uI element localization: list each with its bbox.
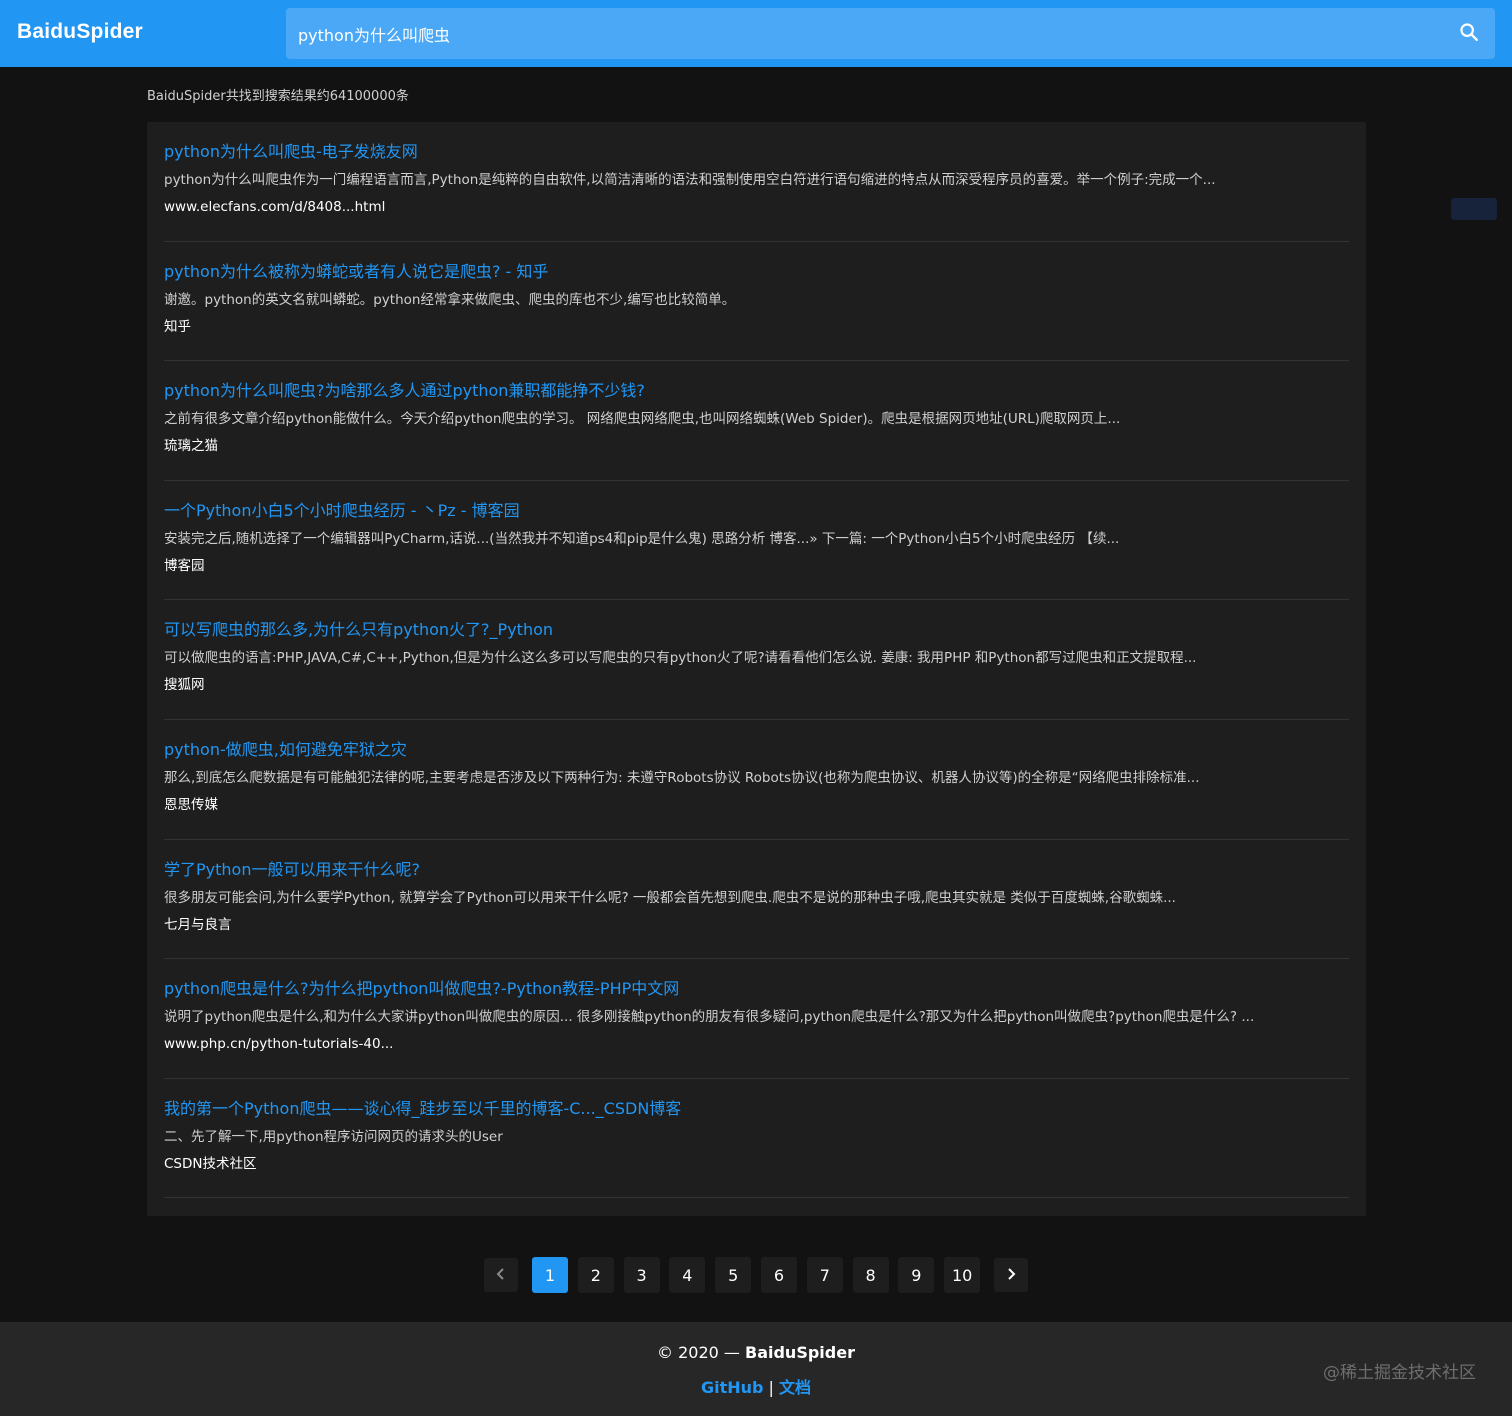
github-link[interactable]: GitHub bbox=[701, 1378, 764, 1397]
search-input[interactable] bbox=[286, 8, 1443, 59]
result-source: 七月与良言 bbox=[164, 916, 232, 933]
copyright-prefix: © 2020 — bbox=[657, 1343, 745, 1362]
pagination: 1 2 3 4 5 6 7 8 9 10 bbox=[484, 1257, 1038, 1293]
result-description: python为什么叫爬虫作为一门编程语言而言,Python是纯粹的自由软件,以简… bbox=[164, 172, 1216, 188]
floating-chip[interactable] bbox=[1451, 198, 1497, 220]
result-source: www.elecfans.com/d/8408...html bbox=[164, 199, 386, 215]
page-button-4[interactable]: 4 bbox=[669, 1257, 706, 1293]
result-source: 搜狐网 bbox=[164, 677, 205, 694]
page-button-1[interactable]: 1 bbox=[532, 1257, 568, 1293]
result-title-link[interactable]: 我的第一个Python爬虫——谈心得_跬步至以千里的博客-C..._CSDN博客 bbox=[164, 1098, 1349, 1120]
result-source: 知乎 bbox=[164, 318, 191, 335]
result-source: 琉璃之猫 bbox=[164, 438, 218, 455]
footer-separator: | bbox=[763, 1378, 780, 1397]
footer-copyright: © 2020 — BaiduSpider bbox=[0, 1343, 1512, 1362]
results-list: python为什么叫爬虫-电子发烧友网 python为什么叫爬虫作为一门编程语言… bbox=[147, 122, 1366, 1216]
footer-links: GitHub | 文档 bbox=[0, 1374, 1512, 1398]
result-description: 安装完之后,随机选择了一个编辑器叫PyCharm,话说...(当然我并不知道ps… bbox=[164, 530, 1120, 547]
search-button[interactable] bbox=[1443, 8, 1495, 59]
result-title-link[interactable]: python为什么叫爬虫-电子发烧友网 bbox=[164, 141, 1349, 163]
page-button-7[interactable]: 7 bbox=[806, 1257, 843, 1293]
result-description: 可以做爬虫的语言:PHP,JAVA,C#,C++,Python,但是为什么这么多… bbox=[164, 650, 1197, 667]
result-title-link[interactable]: python-做爬虫,如何避免牢狱之灾 bbox=[164, 739, 1349, 761]
result-item: 我的第一个Python爬虫——谈心得_跬步至以千里的博客-C..._CSDN博客… bbox=[164, 1079, 1349, 1199]
result-title-link[interactable]: python为什么被称为蟒蛇或者有人说它是爬虫? - 知乎 bbox=[164, 261, 1349, 283]
result-source: CSDN技术社区 bbox=[164, 1155, 257, 1172]
docs-link[interactable]: 文档 bbox=[779, 1378, 811, 1397]
result-source: 恩思传媒 bbox=[164, 796, 218, 813]
magnifier-icon bbox=[1458, 21, 1480, 47]
result-item: python为什么叫爬虫-电子发烧友网 python为什么叫爬虫作为一门编程语言… bbox=[164, 122, 1349, 242]
footer: © 2020 — BaiduSpider GitHub | 文档 @稀土掘金技术… bbox=[0, 1322, 1512, 1416]
result-description: 之前有很多文章介绍python能做什么。今天介绍python爬虫的学习。 网络爬… bbox=[164, 411, 1121, 428]
result-title-link[interactable]: 学了Python一般可以用来干什么呢? bbox=[164, 859, 1349, 881]
result-title-link[interactable]: python爬虫是什么?为什么把python叫做爬虫?-Python教程-PHP… bbox=[164, 978, 1349, 1000]
watermark: @稀土掘金技术社区 bbox=[1323, 1363, 1476, 1383]
result-count: BaiduSpider共找到搜索结果约64100000条 bbox=[147, 89, 409, 104]
result-description: 很多朋友可能会问,为什么要学Python, 就算学会了Python可以用来干什么… bbox=[164, 889, 1176, 906]
page-button-3[interactable]: 3 bbox=[623, 1257, 660, 1293]
chevron-right-icon bbox=[1004, 1266, 1018, 1285]
page-button-2[interactable]: 2 bbox=[577, 1257, 614, 1293]
result-source: www.php.cn/python-tutorials-40... bbox=[164, 1036, 394, 1053]
search-box bbox=[286, 8, 1495, 59]
copyright-brand: BaiduSpider bbox=[745, 1343, 855, 1362]
result-description: 谢邀。python的英文名就叫蟒蛇。python经常拿来做爬虫、爬虫的库也不少,… bbox=[164, 291, 736, 308]
result-item: python为什么被称为蟒蛇或者有人说它是爬虫? - 知乎 谢邀。python的… bbox=[164, 242, 1349, 362]
page-button-10[interactable]: 10 bbox=[944, 1257, 981, 1293]
result-item: 学了Python一般可以用来干什么呢? 很多朋友可能会问,为什么要学Python… bbox=[164, 840, 1349, 960]
page-button-8[interactable]: 8 bbox=[852, 1257, 889, 1293]
result-item: python为什么叫爬虫?为啥那么多人通过python兼职都能挣不少钱? 之前有… bbox=[164, 361, 1349, 481]
result-description: 说明了python爬虫是什么,和为什么大家讲python叫做爬虫的原因... 很… bbox=[164, 1009, 1255, 1026]
result-title-link[interactable]: 一个Python小白5个小时爬虫经历 - 丶Pz - 博客园 bbox=[164, 500, 1349, 522]
brand-title[interactable]: BaiduSpider bbox=[17, 20, 143, 44]
result-title-link[interactable]: python为什么叫爬虫?为啥那么多人通过python兼职都能挣不少钱? bbox=[164, 380, 1349, 402]
page-button-6[interactable]: 6 bbox=[760, 1257, 797, 1293]
result-description: 那么,到底怎么爬数据是有可能触犯法律的呢,主要考虑是否涉及以下两种行为: 未遵守… bbox=[164, 769, 1200, 786]
result-item: 一个Python小白5个小时爬虫经历 - 丶Pz - 博客园 安装完之后,随机选… bbox=[164, 481, 1349, 601]
next-page-button[interactable] bbox=[994, 1258, 1029, 1292]
result-item: python-做爬虫,如何避免牢狱之灾 那么,到底怎么爬数据是有可能触犯法律的呢… bbox=[164, 720, 1349, 840]
app-bar: BaiduSpider bbox=[0, 0, 1512, 67]
page-button-9[interactable]: 9 bbox=[898, 1257, 935, 1293]
result-item: python爬虫是什么?为什么把python叫做爬虫?-Python教程-PHP… bbox=[164, 959, 1349, 1079]
result-item: 可以写爬虫的那么多,为什么只有python火了?_Python 可以做爬虫的语言… bbox=[164, 600, 1349, 720]
chevron-left-icon bbox=[494, 1266, 508, 1285]
page-button-5[interactable]: 5 bbox=[715, 1257, 752, 1293]
result-title-link[interactable]: 可以写爬虫的那么多,为什么只有python火了?_Python bbox=[164, 619, 1349, 641]
result-description: 二、先了解一下,用python程序访问网页的请求头的User bbox=[164, 1128, 503, 1145]
previous-page-button[interactable] bbox=[484, 1258, 518, 1292]
result-source: 博客园 bbox=[164, 557, 205, 574]
